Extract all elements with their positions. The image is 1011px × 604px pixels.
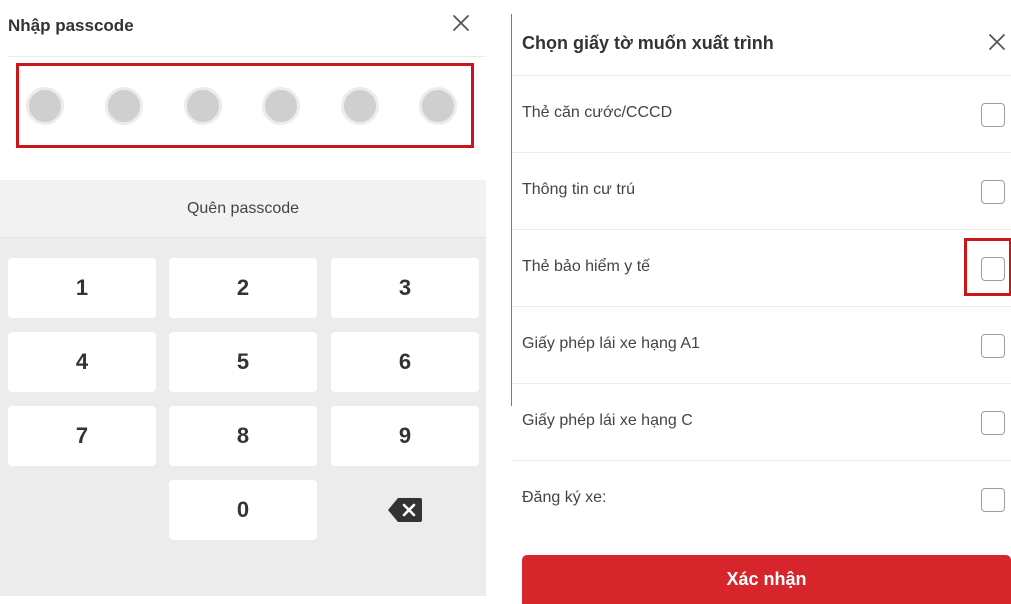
document-checkbox[interactable] [981, 488, 1005, 512]
key-2[interactable]: 2 [169, 258, 317, 318]
keypad-grid: 1 2 3 4 5 6 7 8 9 0 [0, 238, 486, 596]
key-1[interactable]: 1 [8, 258, 156, 318]
document-row[interactable]: Thẻ căn cước/CCCD [512, 75, 1011, 152]
key-9[interactable]: 9 [331, 406, 479, 466]
key-0[interactable]: 0 [169, 480, 317, 540]
backspace-button[interactable] [331, 480, 479, 540]
key-6[interactable]: 6 [331, 332, 479, 392]
passcode-dot [26, 87, 64, 125]
keypad: Quên passcode 1 2 3 4 5 6 7 8 9 0 [0, 180, 486, 596]
passcode-dots [16, 63, 474, 148]
document-label: Thẻ căn cước/CCCD [522, 104, 673, 121]
passcode-dot [184, 87, 222, 125]
passcode-title: Nhập passcode [8, 16, 134, 35]
document-label: Thẻ bảo hiểm y tế [522, 258, 651, 275]
close-icon[interactable] [450, 12, 472, 34]
key-blank [8, 480, 156, 540]
document-label: Giấy phép lái xe hạng A1 [522, 335, 700, 352]
key-4[interactable]: 4 [8, 332, 156, 392]
document-label: Giấy phép lái xe hạng C [522, 412, 693, 429]
key-3[interactable]: 3 [331, 258, 479, 318]
document-checkbox[interactable] [981, 411, 1005, 435]
passcode-dot [105, 87, 143, 125]
document-checkbox[interactable] [981, 334, 1005, 358]
document-checkbox[interactable] [981, 180, 1005, 204]
passcode-panel: Nhập passcode Quên passcode 1 2 3 4 5 6 … [0, 0, 490, 604]
key-8[interactable]: 8 [169, 406, 317, 466]
document-checkbox[interactable] [981, 103, 1005, 127]
document-row[interactable]: Giấy phép lái xe hạng A1 [512, 306, 1011, 383]
passcode-dot [341, 87, 379, 125]
passcode-dot [419, 87, 457, 125]
checkbox-highlight [964, 238, 1011, 296]
forgot-passcode-link[interactable]: Quên passcode [187, 200, 299, 218]
document-row[interactable]: Thông tin cư trú [512, 152, 1011, 229]
close-icon[interactable] [986, 31, 1008, 53]
document-select-title: Chọn giấy tờ muốn xuất trình [522, 33, 774, 53]
document-label: Đăng ký xe: [522, 489, 607, 506]
passcode-dot [262, 87, 300, 125]
confirm-button[interactable]: Xác nhận [522, 555, 1011, 604]
header-divider [8, 56, 486, 57]
document-select-panel: Chọn giấy tờ muốn xuất trình Thẻ căn cướ… [512, 0, 1011, 604]
document-row[interactable]: Thẻ bảo hiểm y tế [512, 229, 1011, 306]
document-row[interactable]: Giấy phép lái xe hạng C [512, 383, 1011, 460]
backspace-icon [387, 497, 423, 523]
key-7[interactable]: 7 [8, 406, 156, 466]
document-label: Thông tin cư trú [522, 181, 635, 198]
key-5[interactable]: 5 [169, 332, 317, 392]
forgot-passcode-row: Quên passcode [0, 180, 486, 238]
document-row[interactable]: Đăng ký xe: [512, 460, 1011, 537]
